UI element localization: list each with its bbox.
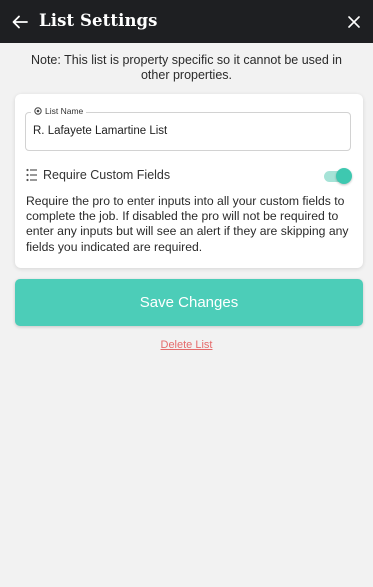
list-name-field[interactable]: List Name [25, 106, 351, 151]
list-name-label: List Name [45, 106, 84, 116]
list-name-icon [34, 107, 42, 115]
list-name-input[interactable] [33, 125, 343, 137]
close-button[interactable] [344, 12, 364, 32]
custom-fields-description: Require the pro to enter inputs into all… [26, 194, 349, 254]
close-icon [348, 16, 360, 28]
delete-list-link[interactable]: Delete List [0, 339, 373, 351]
require-custom-fields-label: Require Custom Fields [43, 168, 171, 182]
require-custom-fields-row: Require Custom Fields [26, 167, 352, 185]
arrow-left-icon [12, 15, 28, 29]
toggle-thumb [336, 168, 352, 184]
page-title: List Settings [39, 11, 158, 30]
list-name-legend: List Name [31, 106, 87, 116]
property-note: Note: This list is property specific so … [30, 53, 343, 82]
header-bar: List Settings [0, 0, 373, 43]
back-button[interactable] [9, 12, 31, 32]
list-icon [26, 168, 37, 182]
require-custom-fields-toggle[interactable] [324, 168, 352, 184]
save-changes-button[interactable]: Save Changes [15, 279, 363, 326]
settings-card: List Name Require Custom Fields Require … [15, 94, 363, 268]
